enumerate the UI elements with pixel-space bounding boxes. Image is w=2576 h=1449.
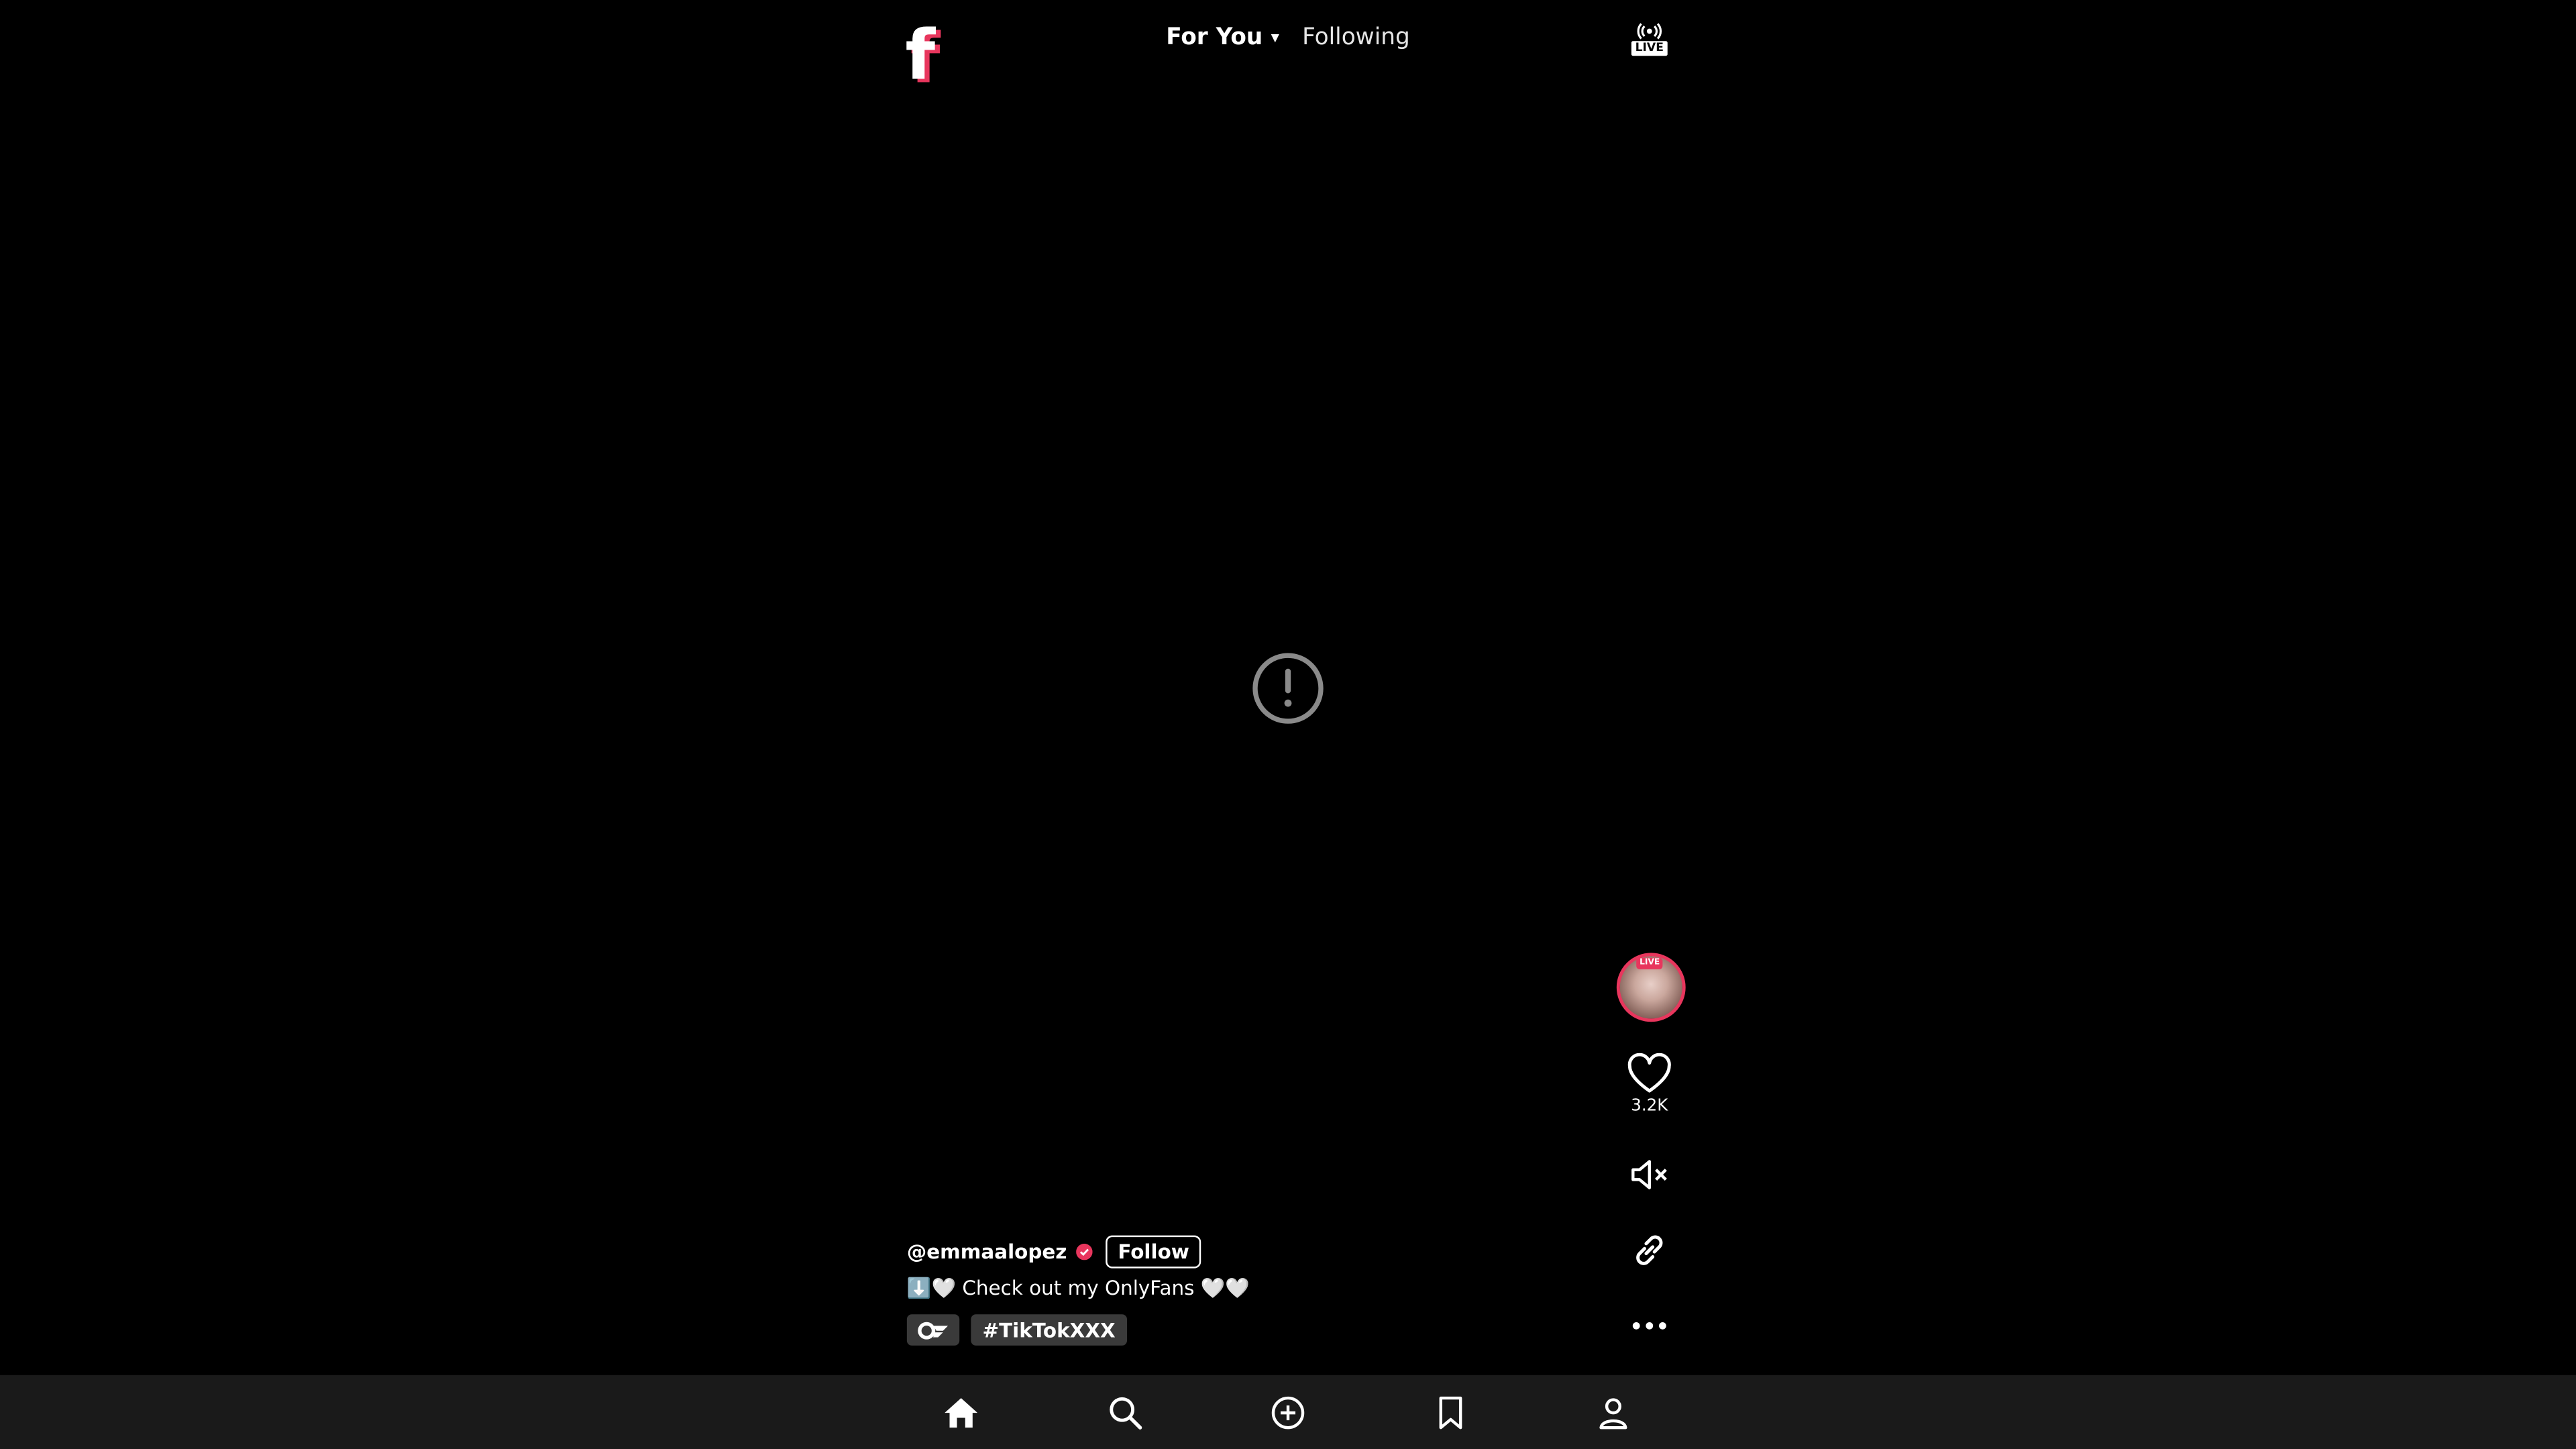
- nav-search[interactable]: [1108, 1395, 1144, 1431]
- nav-create[interactable]: [1270, 1395, 1306, 1431]
- tab-for-you[interactable]: For You ▾: [1166, 25, 1279, 51]
- link-icon: [1636, 1235, 1663, 1265]
- chevron-down-icon: ▾: [1271, 28, 1279, 47]
- broadcast-icon: [1637, 23, 1662, 40]
- more-dots-icon: [1632, 1322, 1666, 1330]
- copy-link-button[interactable]: [1628, 1230, 1671, 1270]
- speaker-muted-icon: [1631, 1160, 1667, 1189]
- mute-button[interactable]: [1628, 1155, 1671, 1195]
- like-count: 3.2K: [1631, 1097, 1668, 1116]
- nav-profile[interactable]: [1595, 1395, 1631, 1431]
- profile-icon: [1599, 1398, 1627, 1430]
- bookmark-icon: [1439, 1396, 1462, 1430]
- search-icon: [1110, 1397, 1142, 1430]
- nav-home[interactable]: [943, 1395, 979, 1431]
- tab-following-label: Following: [1302, 24, 1410, 51]
- username[interactable]: @emmaalopez: [907, 1240, 1067, 1263]
- follow-button[interactable]: Follow: [1106, 1235, 1201, 1269]
- home-icon: [945, 1398, 978, 1428]
- tab-following[interactable]: Following: [1302, 25, 1410, 51]
- bottom-navigation: [0, 1375, 2576, 1449]
- onlyfans-logo-icon: [918, 1321, 949, 1339]
- post-caption: ⬇️🤍 Check out my OnlyFans 🤍🤍: [906, 1276, 1250, 1300]
- more-options-button[interactable]: [1628, 1314, 1671, 1337]
- app-screen: f f For You ▾ Following LIVE LIVE 3.2K @…: [0, 0, 2576, 1449]
- tag-row: #TikTokXXX: [906, 1314, 1127, 1346]
- create-icon: [1271, 1396, 1305, 1430]
- tab-for-you-label: For You: [1166, 24, 1263, 51]
- creator-avatar[interactable]: LIVE: [1616, 953, 1686, 1022]
- verified-badge-icon: [1077, 1243, 1093, 1260]
- live-button[interactable]: LIVE: [1627, 23, 1673, 66]
- feed-tabs: For You ▾ Following: [0, 21, 2576, 54]
- hashtag-chip[interactable]: #TikTokXXX: [971, 1314, 1127, 1346]
- avatar-live-badge: LIVE: [1636, 957, 1664, 969]
- like-button[interactable]: [1627, 1053, 1673, 1096]
- nav-saved[interactable]: [1433, 1395, 1469, 1431]
- live-label: LIVE: [1631, 41, 1667, 56]
- heart-icon: [1627, 1053, 1671, 1093]
- post-author-row: @emmaalopez Follow: [907, 1235, 1201, 1269]
- exclamation-circle-icon: [1248, 651, 1328, 730]
- onlyfans-link-chip[interactable]: [906, 1314, 960, 1346]
